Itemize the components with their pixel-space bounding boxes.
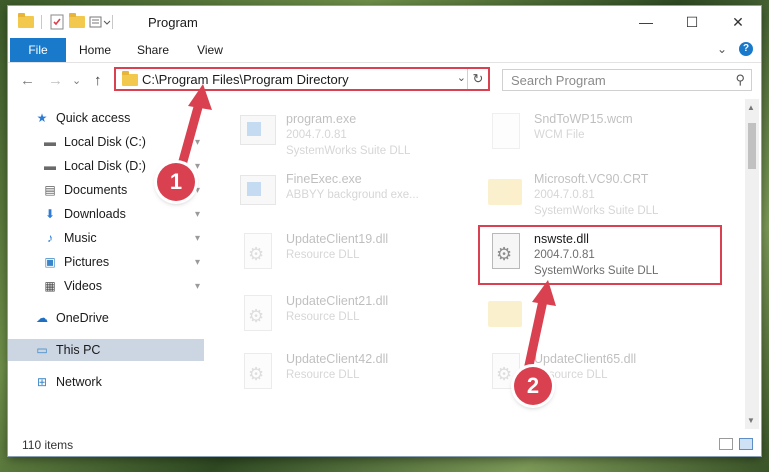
arrow-1-head — [188, 84, 212, 110]
step-1-badge: 1 — [157, 163, 195, 201]
arrow-2-head — [532, 280, 556, 306]
arrow-1-shaft — [175, 95, 205, 177]
annotation-arrows — [175, 84, 556, 375]
arrow-2-shaft — [523, 291, 549, 375]
step-2-badge: 2 — [514, 367, 552, 405]
